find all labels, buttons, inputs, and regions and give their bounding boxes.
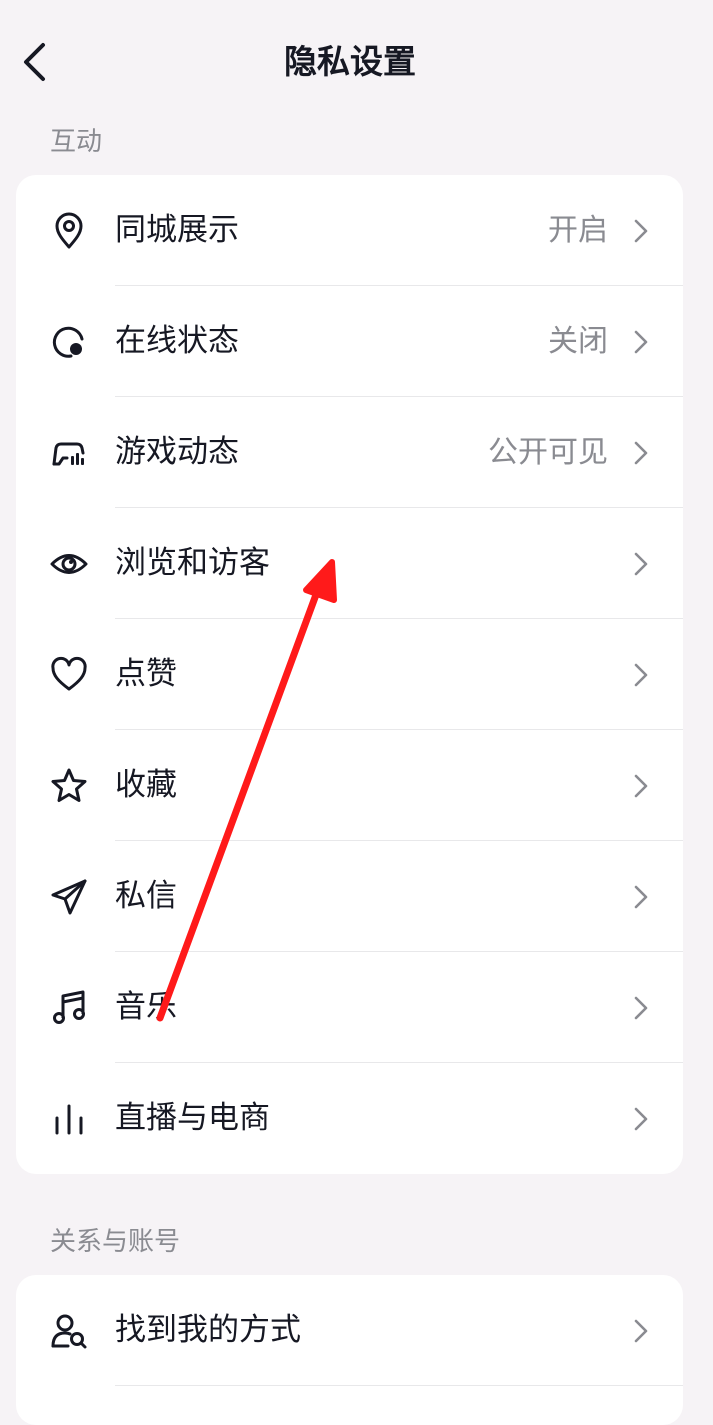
eye-icon: [50, 545, 88, 583]
chevron-right-icon: [634, 330, 648, 354]
section-label-relationship-account: 关系与账号: [50, 1227, 181, 1257]
chevron-right-icon: [634, 1319, 648, 1343]
heart-icon: [50, 656, 88, 694]
star-icon: [50, 767, 88, 805]
music-note-icon: [50, 989, 88, 1027]
chevron-right-icon: [634, 996, 648, 1020]
settings-row-label: 点赞: [115, 656, 177, 692]
settings-row-find-me[interactable]: 找到我的方式: [16, 1275, 683, 1386]
settings-row-likes[interactable]: 点赞: [16, 619, 683, 730]
settings-row-views-visitors[interactable]: 浏览和访客: [16, 508, 683, 619]
settings-row-label: 收藏: [115, 767, 177, 803]
header-bar: 隐私设置: [0, 0, 713, 125]
settings-row-value: 公开可见: [488, 435, 608, 470]
live-bars-icon: [50, 1100, 88, 1138]
settings-row-online-status[interactable]: 在线状态 关闭: [16, 286, 683, 397]
settings-row-live-ecommerce[interactable]: 直播与电商: [16, 1063, 683, 1174]
chevron-right-icon: [634, 663, 648, 687]
settings-row-messages[interactable]: 私信: [16, 841, 683, 952]
online-status-icon: [50, 323, 88, 361]
row-divider: [115, 1385, 683, 1386]
chevron-right-icon: [634, 219, 648, 243]
chevron-right-icon: [634, 441, 648, 465]
game-controller-icon: [50, 434, 88, 472]
chevron-right-icon: [634, 552, 648, 576]
settings-row-label: 在线状态: [115, 323, 239, 359]
settings-row-music[interactable]: 音乐: [16, 952, 683, 1063]
settings-row-label: 同城展示: [115, 212, 239, 248]
settings-row-label: 直播与电商: [115, 1100, 270, 1136]
settings-row-label: 找到我的方式: [115, 1312, 301, 1348]
relationship-account-card: 找到我的方式: [16, 1275, 683, 1425]
settings-row-label: 游戏动态: [115, 434, 239, 470]
chevron-right-icon: [634, 1107, 648, 1131]
section-label-interaction: 互动: [50, 127, 103, 157]
settings-row-favorites[interactable]: 收藏: [16, 730, 683, 841]
settings-row-label: 浏览和访客: [115, 545, 270, 581]
page-title: 隐私设置: [284, 42, 416, 81]
settings-row-game-activity[interactable]: 游戏动态 公开可见: [16, 397, 683, 508]
interaction-settings-card: 同城展示 开启 在线状态 关闭 游戏动态 公开可见 浏览和访客 点赞 收藏 私信…: [16, 175, 683, 1174]
location-pin-icon: [50, 212, 88, 250]
settings-row-value: 关闭: [548, 324, 608, 359]
settings-row-label: 音乐: [115, 989, 177, 1025]
user-search-icon: [50, 1312, 88, 1350]
settings-row-local-display[interactable]: 同城展示 开启: [16, 175, 683, 286]
settings-row-value: 开启: [548, 213, 608, 248]
chevron-right-icon: [634, 774, 648, 798]
paper-plane-icon: [50, 878, 88, 916]
settings-row-label: 私信: [115, 878, 177, 914]
chevron-right-icon: [634, 885, 648, 909]
